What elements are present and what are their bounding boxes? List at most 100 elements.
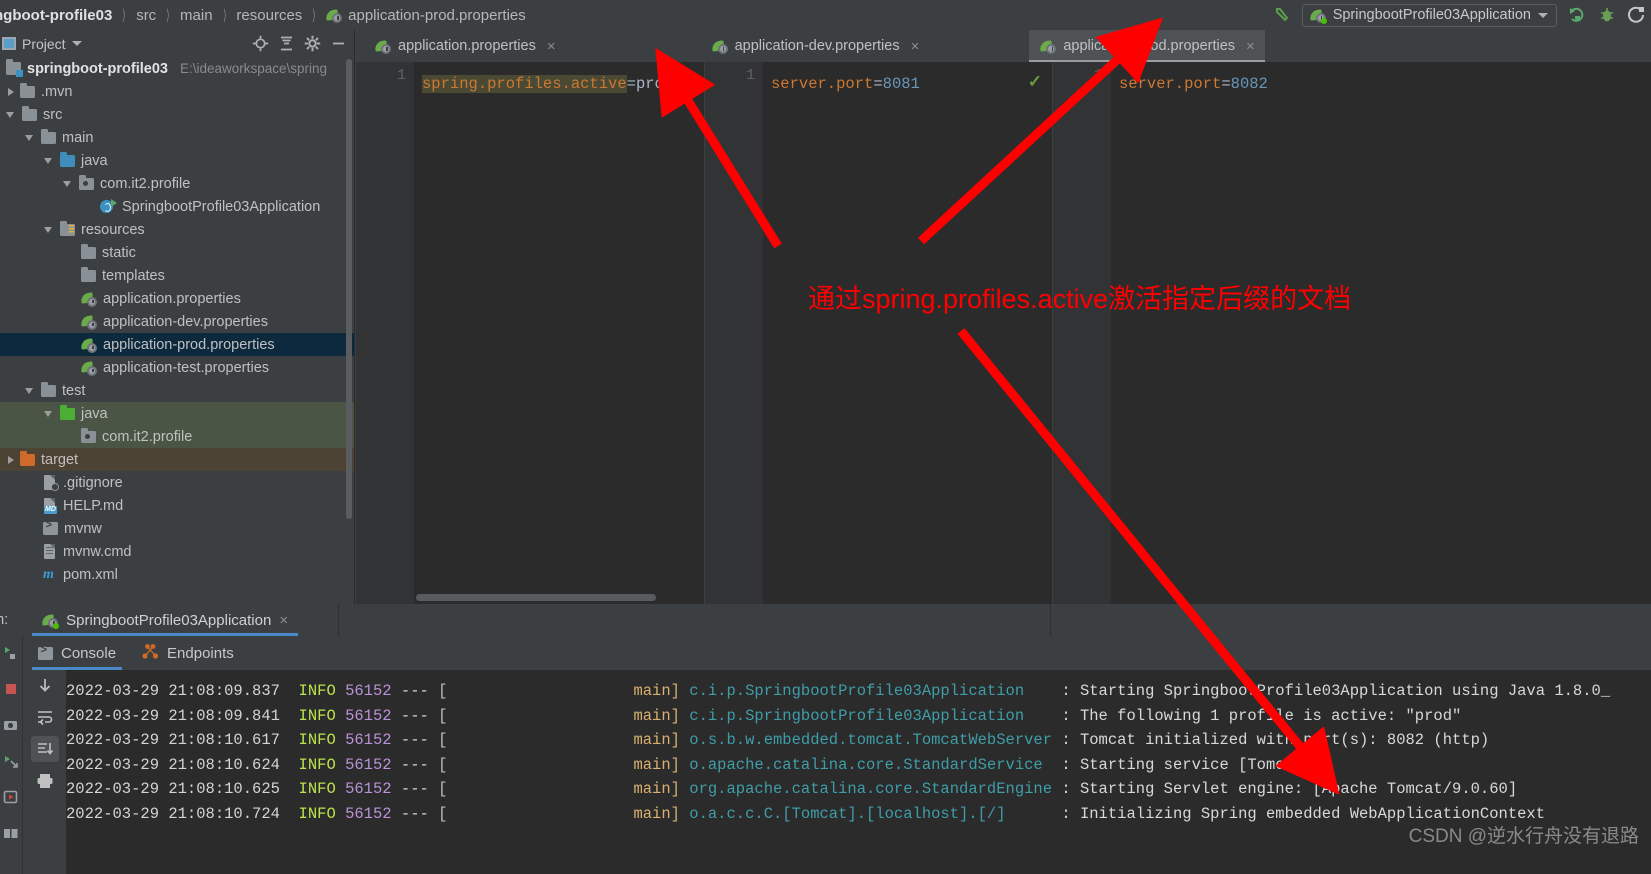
chevron-down-icon[interactable] (71, 41, 82, 46)
tree-row[interactable]: application.properties (0, 287, 354, 310)
close-icon[interactable]: × (279, 612, 288, 629)
breadcrumb-separator: ⟩ (122, 7, 127, 24)
tree-row[interactable]: mvnw.cmd (0, 540, 354, 563)
tree-row[interactable]: SpringbootProfile03Application (0, 195, 354, 218)
collapse-arrow-icon[interactable] (25, 387, 33, 394)
tree-row[interactable]: test (0, 379, 354, 402)
breadcrumb-project[interactable]: ngboot-profile03 (0, 7, 112, 24)
breadcrumb-file[interactable]: application-prod.properties (325, 7, 526, 24)
code-content[interactable]: server.port=8082 (1111, 62, 1651, 604)
code-content[interactable]: server.port=8081 (763, 62, 1052, 604)
run-configuration-label: SpringbootProfile03Application (1332, 7, 1531, 23)
project-tree[interactable]: springboot-profile03 E:\ideaworkspace\sp… (0, 57, 354, 604)
minimize-icon[interactable] (328, 34, 348, 54)
run-icon[interactable] (1567, 5, 1587, 25)
tab-console[interactable]: Console (31, 636, 123, 670)
collapse-arrow-icon[interactable] (25, 134, 33, 141)
editor-tab-application-properties[interactable]: application.properties × (364, 30, 566, 62)
breadcrumb-separator: ⟩ (312, 7, 317, 24)
maven-file-icon: m (43, 567, 54, 582)
collapse-arrow-icon[interactable] (44, 226, 52, 233)
tree-row-root[interactable]: springboot-profile03 E:\ideaworkspace\sp… (0, 57, 354, 80)
tree-row[interactable]: .mvn (0, 80, 354, 103)
editor-tab-application-prod-properties[interactable]: application-prod.properties × (1029, 30, 1266, 62)
run-configuration-selector[interactable]: SpringbootProfile03Application (1301, 3, 1557, 27)
expand-arrow-icon[interactable] (8, 87, 14, 96)
tree-row[interactable]: java (0, 149, 354, 172)
close-icon[interactable]: × (1246, 38, 1255, 55)
log-thread: main] (633, 682, 680, 700)
tree-row[interactable]: m pom.xml (0, 563, 354, 586)
tree-row[interactable]: application-test.properties (0, 356, 354, 379)
editor-pane-application-prod-properties[interactable]: 1 server.port=8082 (1052, 62, 1651, 604)
collapse-arrow-icon[interactable] (44, 157, 52, 164)
tree-row[interactable]: com.it2.profile (0, 425, 354, 448)
tree-row[interactable]: application-dev.properties (0, 310, 354, 333)
editor-pane-application-dev-properties[interactable]: 1 server.port=8081 ✓ (704, 62, 1052, 604)
log-pid: 56152 (345, 706, 392, 725)
folder-icon (60, 404, 75, 420)
tree-row[interactable]: main (0, 126, 354, 149)
scroll-to-end-icon[interactable] (30, 736, 59, 762)
tree-row[interactable]: templates (0, 264, 354, 287)
property-key: server.port (771, 75, 874, 93)
gear-icon[interactable] (302, 34, 322, 54)
log-separator: --- (400, 780, 429, 798)
collapse-arrow-icon[interactable] (63, 180, 71, 187)
tree-row[interactable]: com.it2.profile (0, 172, 354, 195)
close-icon[interactable]: × (911, 38, 920, 55)
collapse-arrow-icon[interactable] (6, 111, 14, 118)
tree-row[interactable]: static (0, 241, 354, 264)
print-icon[interactable] (31, 768, 59, 794)
log-level: INFO (298, 731, 336, 749)
chevron-down-icon[interactable] (1538, 12, 1548, 18)
stop-icon[interactable] (1627, 5, 1647, 25)
text-file-icon (43, 544, 57, 559)
collapse-arrow-icon[interactable] (44, 410, 52, 417)
log-timestamp: 2022-03-29 21:08:10.724 (66, 804, 280, 823)
editor-pane-application-properties[interactable]: 1 spring.profiles.active=prod ✓ (356, 62, 704, 604)
locate-icon[interactable] (250, 34, 270, 54)
breadcrumb-main[interactable]: main (180, 7, 213, 24)
tree-row[interactable]: resources (0, 218, 354, 241)
tree-row[interactable]: MD HELP.md (0, 494, 354, 517)
spring-leaf-icon (80, 291, 97, 307)
tree-row[interactable]: src (0, 103, 354, 126)
run-tool-window: un: SpringbootProfile03Application × (0, 604, 1651, 874)
collapse-all-icon[interactable] (276, 34, 296, 54)
soft-wrap-icon[interactable] (31, 704, 59, 730)
log-thread: main] (633, 731, 680, 749)
down-arrow-icon[interactable] (31, 672, 59, 698)
code-content[interactable]: spring.profiles.active=prod (414, 62, 704, 604)
tree-row[interactable]: mvnw (0, 517, 354, 540)
breadcrumb-resources[interactable]: resources (236, 7, 302, 24)
tree-row[interactable]: target (0, 448, 354, 471)
breadcrumb-separator: ⟩ (166, 7, 171, 24)
tree-row-label: HELP.md (63, 497, 124, 514)
project-tree-scrollbar[interactable] (346, 59, 352, 519)
console-line: 2022-03-29 21:08:10.624 INFO 56152 --- [… (66, 755, 1313, 774)
tree-row-label: target (41, 451, 79, 468)
breadcrumb-src[interactable]: src (136, 7, 156, 24)
tree-row[interactable]: java (0, 402, 354, 425)
folder-icon (41, 128, 56, 144)
close-icon[interactable]: × (547, 38, 556, 55)
run-tab-springboot-application[interactable]: SpringbootProfile03Application × (30, 604, 300, 636)
log-separator: --- (400, 731, 429, 749)
hammer-icon[interactable] (1272, 5, 1292, 25)
tree-row[interactable]: application-prod.properties (0, 333, 354, 356)
tree-row[interactable]: .gitignore (0, 471, 354, 494)
project-panel-title: Project (22, 35, 66, 52)
editor-tab-application-dev-properties[interactable]: application-dev.properties × (701, 30, 930, 62)
tree-row-label: mvnw.cmd (63, 543, 132, 560)
tree-row-label: resources (81, 221, 145, 238)
debug-icon[interactable] (1597, 5, 1617, 25)
tab-endpoints[interactable]: Endpoints (142, 636, 234, 670)
tree-row-label: templates (102, 267, 165, 284)
tree-row-label: java (81, 405, 108, 422)
tree-row-label: application-dev.properties (103, 313, 268, 330)
folder-icon (81, 243, 96, 259)
log-thread: main] (633, 706, 680, 725)
expand-arrow-icon[interactable] (8, 455, 14, 464)
editor-horizontal-scrollbar[interactable] (416, 594, 656, 601)
